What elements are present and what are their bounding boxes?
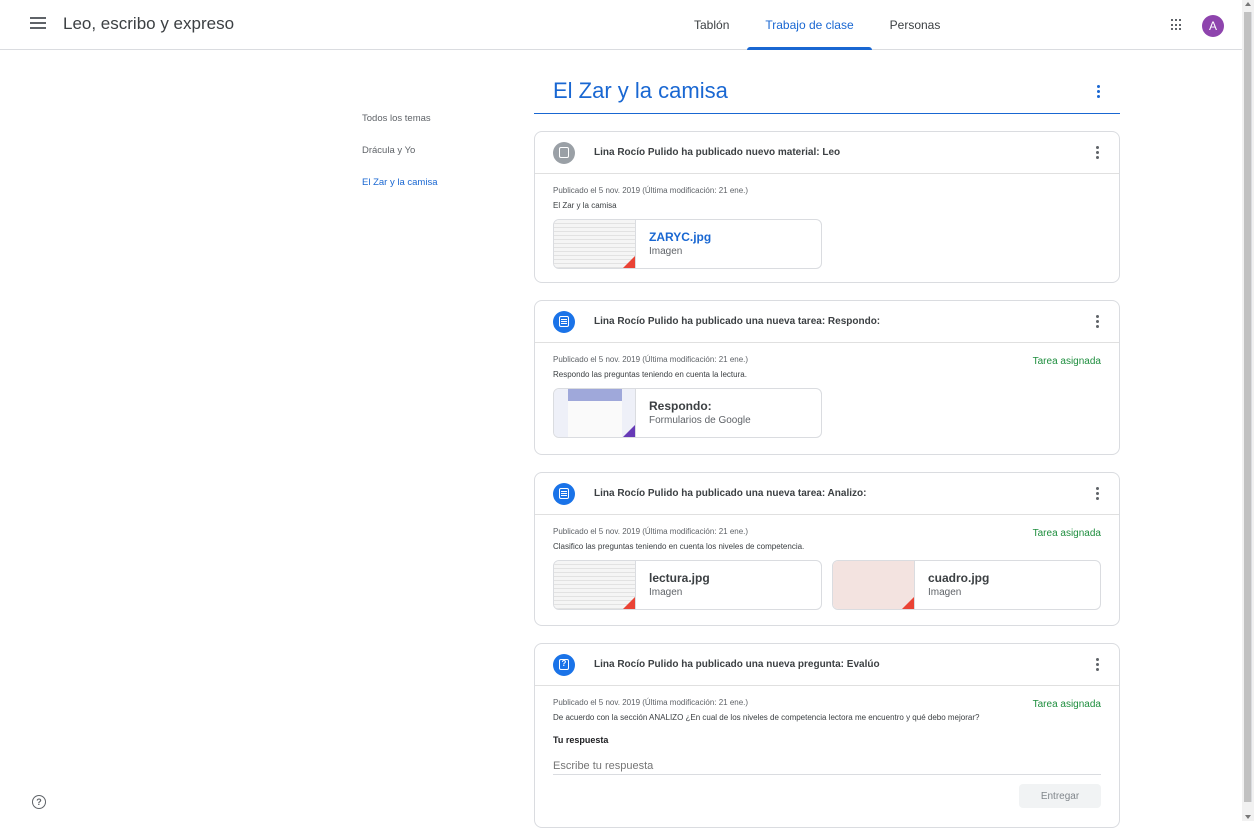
topic-more-options-icon[interactable]	[1090, 82, 1106, 100]
topics-nav: Todos los temas Drácula y Yo El Zar y la…	[362, 113, 438, 209]
card-header[interactable]: Lina Rocío Pulido ha publicado una nueva…	[535, 473, 1119, 515]
more-options-icon[interactable]	[1089, 486, 1105, 502]
card-body: Publicado el 5 nov. 2019 (Última modific…	[535, 515, 1119, 610]
attachment-type: Imagen	[649, 587, 683, 598]
status-badge: Tarea asignada	[1032, 528, 1101, 539]
attachment-cuadro[interactable]: cuadro.jpg Imagen	[832, 560, 1101, 610]
attachment-thumbnail	[554, 389, 636, 437]
attachment-name[interactable]: Respondo:	[649, 399, 751, 413]
card-body: Publicado el 5 nov. 2019 (Última modific…	[535, 174, 1119, 269]
card-meta: Publicado el 5 nov. 2019 (Última modific…	[553, 186, 749, 195]
scroll-down-arrow-icon[interactable]	[1245, 815, 1251, 819]
more-options-icon[interactable]	[1089, 314, 1105, 330]
more-options-icon[interactable]	[1089, 657, 1105, 673]
top-app-bar: Leo, escribo y expreso Tablón Trabajo de…	[0, 0, 1242, 50]
classwork-card-assignment-analizo: Lina Rocío Pulido ha publicado una nueva…	[534, 472, 1120, 626]
card-description: De acuerdo con la sección ANALIZO ¿En cu…	[553, 713, 980, 722]
help-icon[interactable]: ?	[32, 795, 46, 809]
attachment-name[interactable]: lectura.jpg	[649, 571, 710, 585]
topic-title: El Zar y la camisa	[553, 78, 728, 103]
attachment-type: Formularios de Google	[649, 415, 751, 426]
attachment-name[interactable]: ZARYC.jpg	[649, 230, 711, 244]
card-body: Publicado el 5 nov. 2019 (Última modific…	[535, 343, 1119, 438]
attachment-thumbnail	[554, 220, 636, 268]
card-description: El Zar y la camisa	[553, 201, 617, 210]
card-meta: Publicado el 5 nov. 2019 (Última modific…	[553, 355, 749, 364]
answer-input[interactable]	[553, 755, 1101, 775]
classwork-card-material: Lina Rocío Pulido ha publicado nuevo mat…	[534, 131, 1120, 283]
google-apps-icon[interactable]	[1171, 19, 1183, 31]
attachment-type: Imagen	[928, 587, 962, 598]
attachment-zaryc[interactable]: ZARYC.jpg Imagen	[553, 219, 822, 269]
attachment-respondo-form[interactable]: Respondo: Formularios de Google	[553, 388, 822, 438]
tab-stream[interactable]: Tablón	[676, 0, 747, 50]
attachment-lectura[interactable]: lectura.jpg Imagen	[553, 560, 822, 610]
scrollbar-thumb[interactable]	[1244, 12, 1252, 802]
class-tabs: Tablón Trabajo de clase Personas	[676, 0, 958, 50]
card-header[interactable]: Lina Rocío Pulido ha publicado una nueva…	[535, 301, 1119, 343]
card-title: Lina Rocío Pulido ha publicado una nueva…	[594, 488, 867, 499]
more-options-icon[interactable]	[1089, 145, 1105, 161]
assignment-icon	[553, 310, 575, 333]
card-title: Lina Rocío Pulido ha publicado una nueva…	[594, 316, 881, 327]
tab-people[interactable]: Personas	[872, 0, 959, 50]
card-header[interactable]: ? Lina Rocío Pulido ha publicado una nue…	[535, 644, 1119, 686]
tab-classwork[interactable]: Trabajo de clase	[747, 0, 872, 50]
topic-item-all[interactable]: Todos los temas	[362, 113, 438, 145]
classwork-card-question-evaluo: ? Lina Rocío Pulido ha publicado una nue…	[534, 643, 1120, 828]
answer-label: Tu respuesta	[553, 735, 609, 745]
class-title[interactable]: Leo, escribo y expreso	[63, 14, 234, 34]
attachment-name[interactable]: cuadro.jpg	[928, 571, 989, 585]
question-icon: ?	[553, 653, 575, 676]
card-title: Lina Rocío Pulido ha publicado una nueva…	[594, 659, 880, 670]
card-meta: Publicado el 5 nov. 2019 (Última modific…	[553, 527, 749, 536]
assignment-icon	[553, 482, 575, 505]
avatar[interactable]: A	[1202, 15, 1224, 37]
status-badge: Tarea asignada	[1032, 356, 1101, 367]
card-header[interactable]: Lina Rocío Pulido ha publicado nuevo mat…	[535, 132, 1119, 174]
topic-divider	[534, 113, 1120, 114]
page-scrollbar[interactable]	[1242, 0, 1254, 821]
card-meta: Publicado el 5 nov. 2019 (Última modific…	[553, 698, 749, 707]
topic-item-dracula[interactable]: Drácula y Yo	[362, 145, 438, 177]
card-description: Respondo las preguntas teniendo en cuent…	[553, 370, 747, 379]
scroll-up-arrow-icon[interactable]	[1245, 2, 1251, 6]
card-body: Publicado el 5 nov. 2019 (Última modific…	[535, 686, 1119, 808]
material-icon	[553, 141, 575, 164]
attachment-thumbnail	[554, 561, 636, 609]
attachment-type: Imagen	[649, 246, 683, 257]
topic-item-zar[interactable]: El Zar y la camisa	[362, 177, 438, 209]
submit-button[interactable]: Entregar	[1019, 784, 1101, 808]
classwork-card-assignment-respondo: Lina Rocío Pulido ha publicado una nueva…	[534, 300, 1120, 455]
attachment-thumbnail	[833, 561, 915, 609]
status-badge: Tarea asignada	[1032, 699, 1101, 710]
card-title: Lina Rocío Pulido ha publicado nuevo mat…	[594, 147, 841, 158]
menu-icon[interactable]	[30, 17, 46, 33]
card-description: Clasifico las preguntas teniendo en cuen…	[553, 542, 805, 551]
